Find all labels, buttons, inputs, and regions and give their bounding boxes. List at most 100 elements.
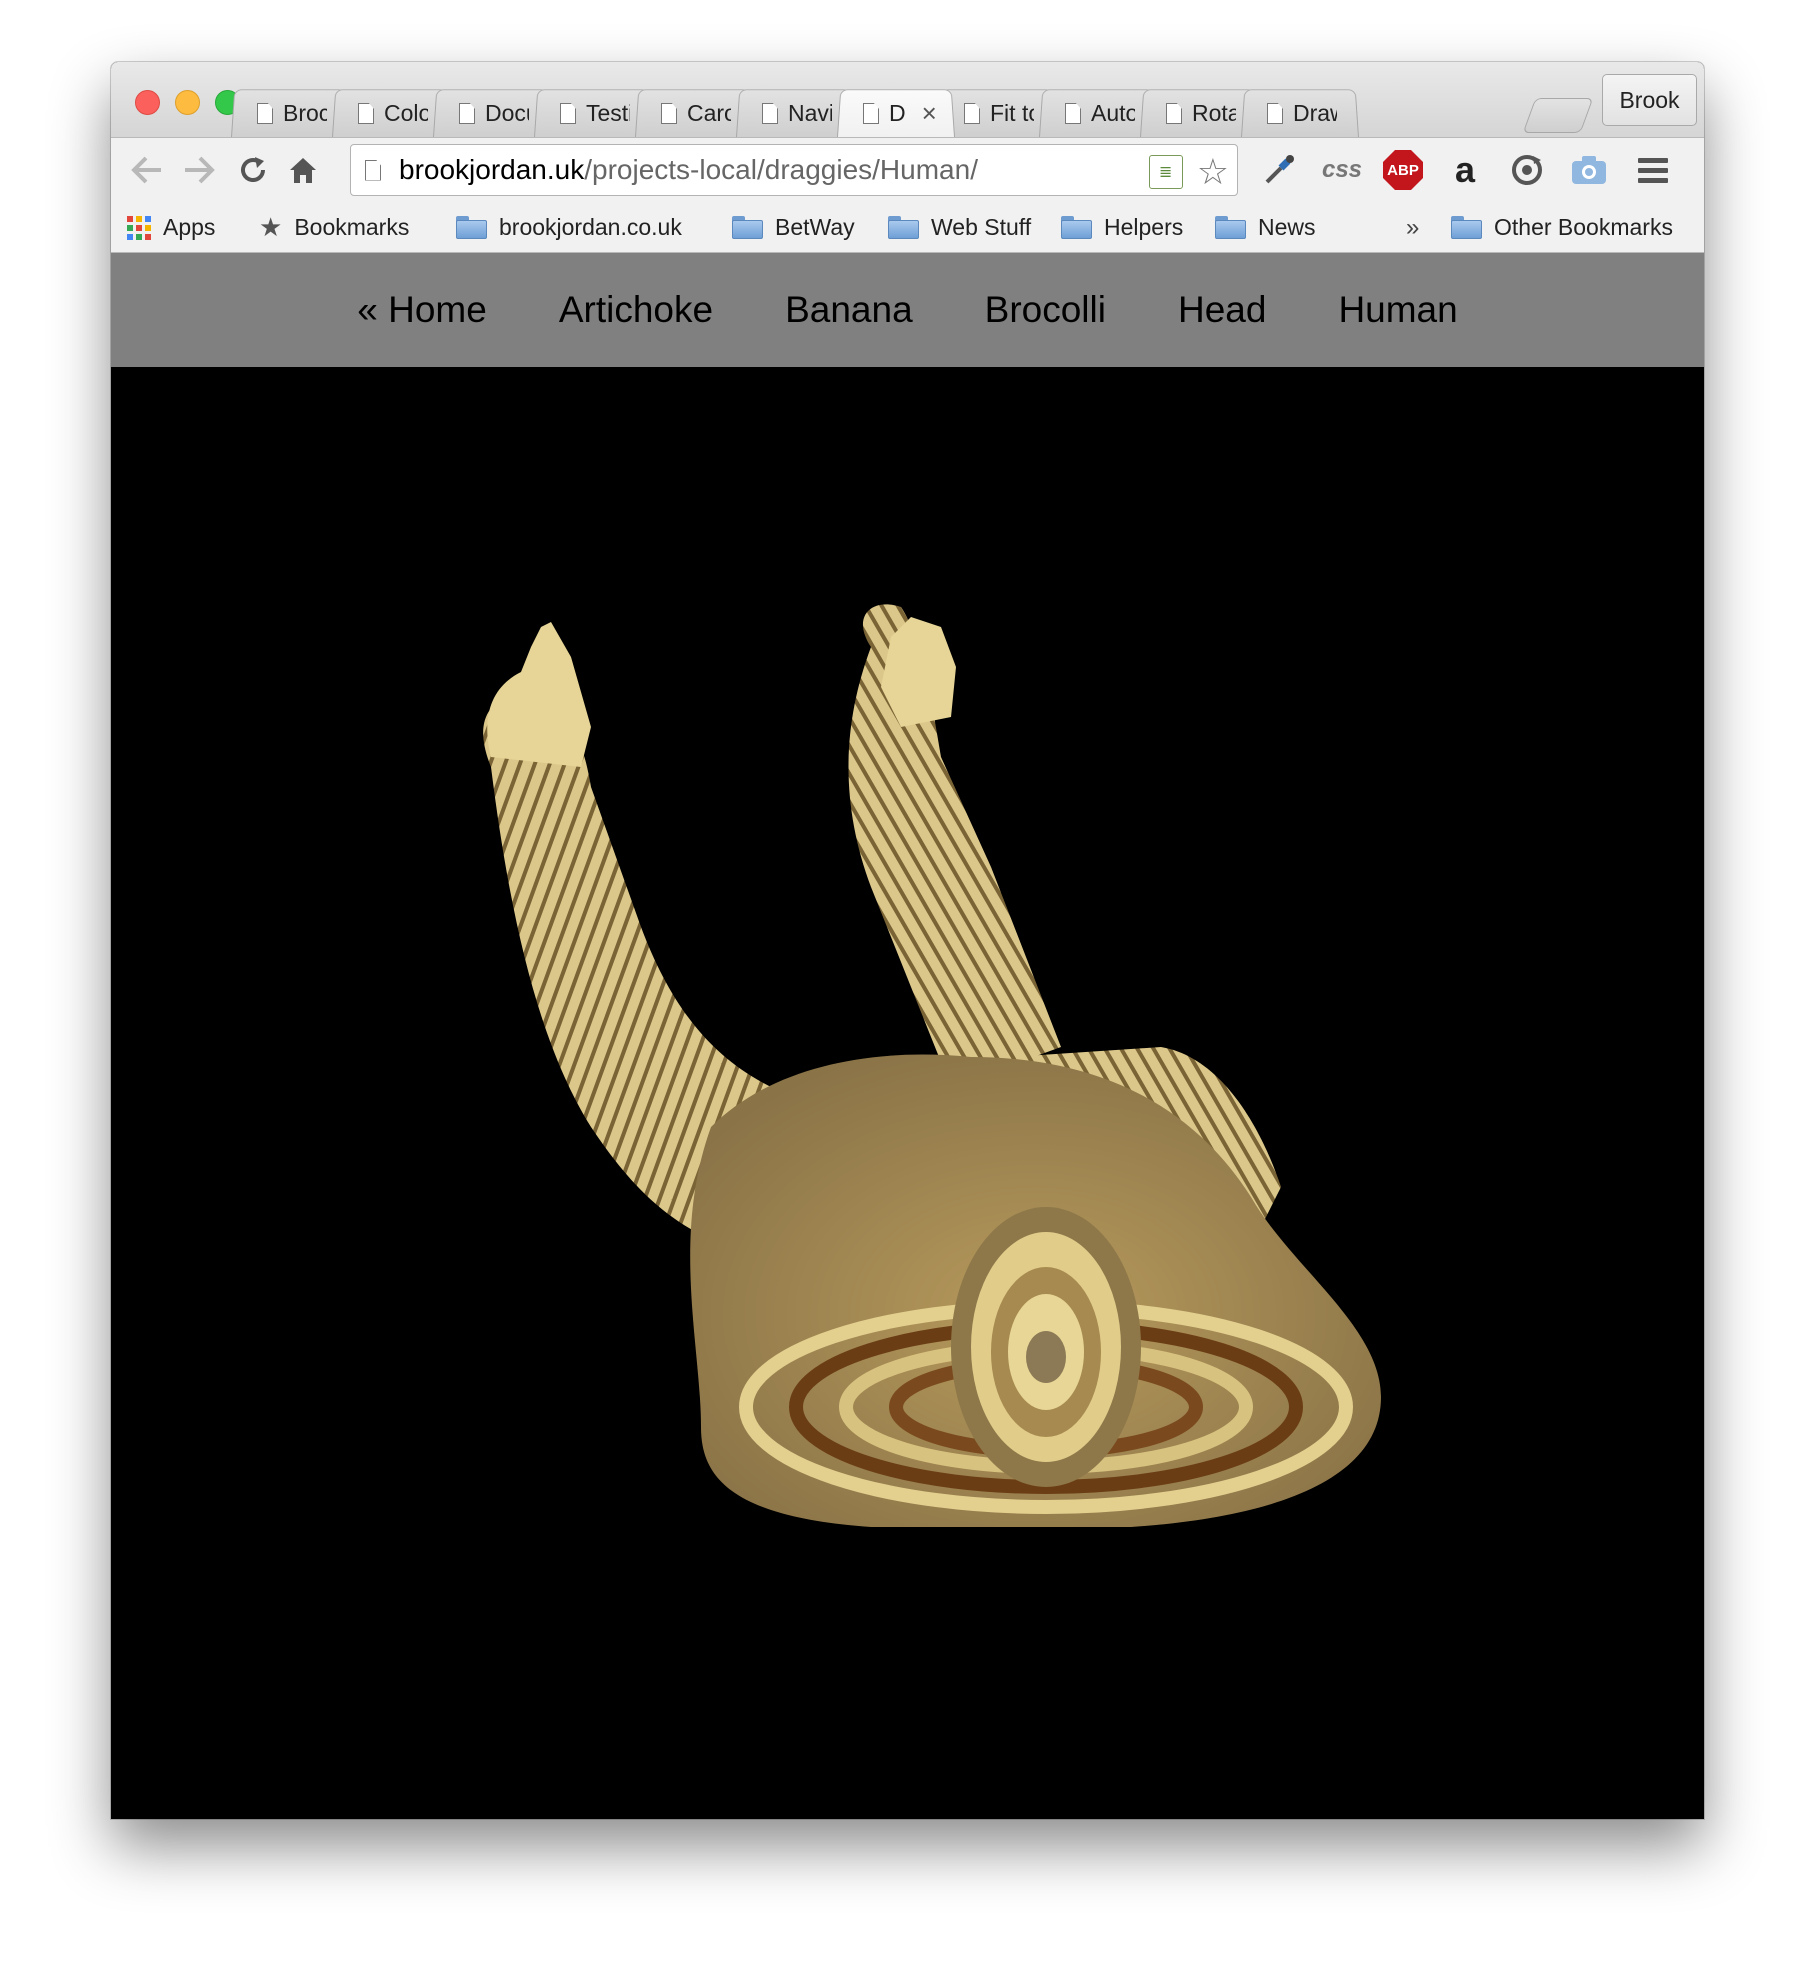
bookmark-folder[interactable]: News bbox=[1215, 202, 1316, 253]
tab-title: Broc bbox=[283, 100, 327, 126]
adblock-icon[interactable]: ABP bbox=[1381, 148, 1425, 192]
neck-core bbox=[1026, 1331, 1066, 1383]
nav-home-link[interactable]: « Home bbox=[357, 289, 487, 331]
page-icon bbox=[358, 103, 374, 124]
browser-tab-content[interactable]: Auto bbox=[1065, 88, 1135, 139]
page-icon bbox=[964, 103, 980, 124]
page-icon bbox=[1065, 103, 1081, 124]
page-icon bbox=[1267, 103, 1283, 124]
bookmark-folder-label: Helpers bbox=[1104, 214, 1184, 240]
tab-title: Testi bbox=[586, 100, 630, 126]
folder-icon bbox=[1061, 216, 1092, 239]
close-tab-icon[interactable]: × bbox=[922, 98, 937, 129]
bookmark-bookmarks-label: Bookmarks bbox=[294, 214, 410, 240]
folder-icon bbox=[456, 216, 487, 239]
browser-tab-content[interactable]: Draw bbox=[1267, 88, 1337, 139]
reload-icon[interactable] bbox=[233, 146, 273, 194]
css-extension-label: css bbox=[1321, 156, 1363, 183]
amazon-icon[interactable]: a bbox=[1445, 148, 1485, 192]
tab-title: Auto bbox=[1091, 100, 1135, 126]
bookmarks-overflow-button[interactable]: » bbox=[1406, 202, 1419, 253]
nav-head-link[interactable]: Head bbox=[1178, 289, 1266, 331]
bookmark-other-label: Other Bookmarks bbox=[1494, 214, 1673, 240]
bookmark-other[interactable]: Other Bookmarks bbox=[1451, 202, 1673, 253]
page-icon bbox=[863, 103, 879, 124]
page-icon bbox=[1166, 103, 1182, 124]
browser-tab-content[interactable]: Navi bbox=[762, 88, 832, 139]
browser-window: BrocColoDocuTestiCaroNaviD×Fit toAutoRot… bbox=[111, 62, 1704, 1819]
tab-title: D bbox=[889, 100, 906, 126]
page-icon bbox=[257, 103, 273, 124]
address-bar[interactable]: brookjordan.uk/projects-local/draggies/H… bbox=[350, 144, 1238, 196]
browser-tab-content[interactable]: Broc bbox=[257, 88, 327, 139]
browser-tab-content[interactable]: Caro bbox=[661, 88, 731, 139]
bookmark-bookmarks[interactable]: ★ Bookmarks bbox=[259, 202, 409, 253]
reader-icon[interactable]: ≣ bbox=[1148, 155, 1183, 189]
tab-title: Rota bbox=[1192, 100, 1236, 126]
css-extension-icon[interactable]: css bbox=[1319, 148, 1365, 192]
bookmark-apps-label: Apps bbox=[163, 214, 216, 240]
tab-title: Docu bbox=[485, 100, 529, 126]
page-icon bbox=[459, 103, 475, 124]
folder-icon bbox=[1451, 216, 1482, 239]
bookmark-folder-label: News bbox=[1258, 214, 1316, 240]
bookmarks-bar: Apps ★ Bookmarks brookjordan.co.uk BetWa… bbox=[111, 202, 1704, 253]
bookmark-apps[interactable]: Apps bbox=[127, 202, 215, 253]
menu-icon[interactable] bbox=[1633, 148, 1673, 192]
browser-tab-content[interactable]: Testi bbox=[560, 88, 630, 139]
overflow-chevron-icon: » bbox=[1406, 213, 1420, 241]
browser-tab-content[interactable]: Fit to bbox=[964, 88, 1034, 139]
star-icon: ★ bbox=[259, 212, 283, 242]
site-nav: « Home Artichoke Banana Brocolli Head Hu… bbox=[111, 253, 1704, 367]
adblock-label: ABP bbox=[1387, 161, 1419, 179]
bookmark-folder[interactable]: Helpers bbox=[1061, 202, 1183, 253]
tab-title: Fit to bbox=[990, 100, 1034, 126]
amazon-label: a bbox=[1454, 149, 1476, 190]
home-icon[interactable] bbox=[283, 146, 323, 194]
profile-name: Brook bbox=[1619, 86, 1680, 113]
nav-artichoke-link[interactable]: Artichoke bbox=[559, 289, 713, 331]
browser-tab-content[interactable]: Rota bbox=[1166, 88, 1236, 139]
nav-banana-link[interactable]: Banana bbox=[785, 289, 913, 331]
page-icon bbox=[762, 103, 778, 124]
folder-icon bbox=[1215, 216, 1246, 239]
bookmark-folder[interactable]: Web Stuff bbox=[888, 202, 1031, 253]
tab-strip: BrocColoDocuTestiCaroNaviD×Fit toAutoRot… bbox=[111, 62, 1704, 137]
folder-icon bbox=[888, 216, 919, 239]
bookmark-folder-label: BetWay bbox=[775, 214, 855, 240]
bookmark-folder-label: Web Stuff bbox=[931, 214, 1032, 240]
url-text[interactable]: brookjordan.uk/projects-local/draggies/H… bbox=[399, 154, 978, 186]
forward-arrow-icon[interactable] bbox=[179, 146, 219, 194]
apps-grid-icon bbox=[127, 215, 151, 240]
toolbar: brookjordan.uk/projects-local/draggies/H… bbox=[111, 137, 1704, 202]
bookmark-folder-label: brookjordan.co.uk bbox=[499, 214, 682, 240]
draggable-3d-canvas[interactable] bbox=[111, 367, 1704, 1819]
tab-title: Draw bbox=[1293, 100, 1337, 126]
tab-title: Navi bbox=[788, 100, 832, 126]
back-arrow-icon[interactable] bbox=[127, 146, 167, 194]
nav-human-link[interactable]: Human bbox=[1338, 289, 1457, 331]
bookmark-folder[interactable]: BetWay bbox=[732, 202, 855, 253]
close-window-button[interactable] bbox=[135, 90, 160, 115]
url-path: /projects-local/draggies/Human/ bbox=[584, 154, 978, 185]
left-foot bbox=[487, 622, 591, 767]
sync-icon[interactable] bbox=[1507, 148, 1547, 192]
eyedropper-icon[interactable] bbox=[1259, 148, 1299, 192]
page-icon bbox=[661, 103, 677, 124]
browser-tab-content[interactable]: D × bbox=[863, 88, 953, 139]
nav-brocolli-link[interactable]: Brocolli bbox=[985, 289, 1106, 331]
page-icon bbox=[365, 159, 381, 181]
url-host: brookjordan.uk bbox=[399, 154, 585, 185]
folder-icon bbox=[732, 216, 763, 239]
new-tab-button[interactable] bbox=[1522, 98, 1594, 133]
browser-tab-content[interactable]: Docu bbox=[459, 88, 529, 139]
human-cross-section-model[interactable] bbox=[111, 367, 1704, 1819]
camera-icon[interactable] bbox=[1569, 148, 1609, 192]
tab-title: Caro bbox=[687, 100, 731, 126]
minimize-window-button[interactable] bbox=[175, 90, 200, 115]
browser-tab-content[interactable]: Colo bbox=[358, 88, 428, 139]
profile-button[interactable]: Brook bbox=[1602, 74, 1697, 126]
page-icon bbox=[560, 103, 576, 124]
bookmark-star-icon[interactable]: ☆ bbox=[1197, 151, 1229, 193]
bookmark-folder[interactable]: brookjordan.co.uk bbox=[456, 202, 682, 253]
